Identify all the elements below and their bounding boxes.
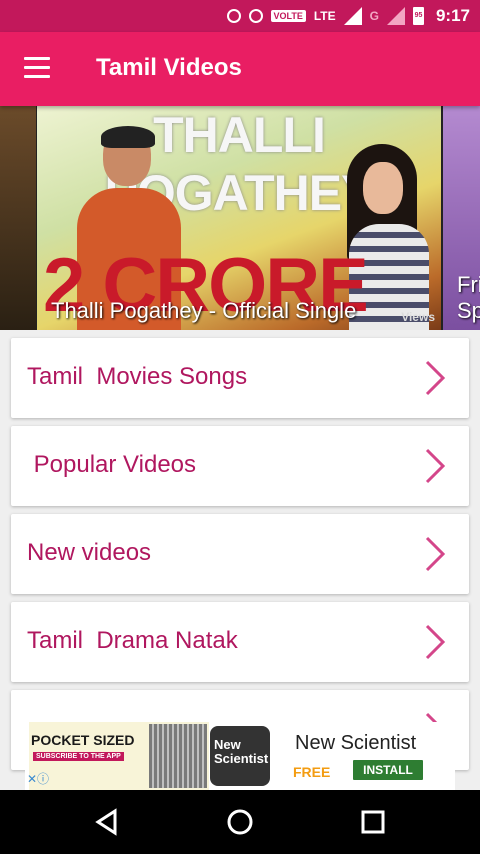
carousel-slide-next[interactable]: Fri Sp <box>443 106 480 330</box>
slide-caption: Thalli Pogathey - Official Single <box>51 298 357 323</box>
category-label: Popular Videos <box>27 451 197 478</box>
status-icons: VOLTE LTE G 95 9:17 <box>226 0 470 32</box>
ad-app-name: New Scientist <box>295 732 417 754</box>
volte-badge: VOLTE <box>270 10 306 22</box>
app-bar: Tamil Videos <box>0 32 480 106</box>
back-icon[interactable] <box>93 808 121 836</box>
category-item-tamil-drama-natak[interactable]: Tamil Drama Natak <box>11 602 469 682</box>
ad-banner[interactable]: POCKET SIZED SUBSCRIBE TO THE APP ✕ⓘ New… <box>25 722 455 790</box>
network-type-indicator: G <box>369 9 379 23</box>
video-carousel[interactable]: THALLI POGATHEY 2 CRORE Views Thalli Pog… <box>0 106 480 330</box>
ad-headline: POCKET SIZED <box>31 732 135 748</box>
status-time: 9:17 <box>435 6 470 25</box>
carousel-slide-previous[interactable] <box>0 106 36 330</box>
ad-price: FREE <box>293 764 331 780</box>
chevron-right-icon <box>425 536 446 572</box>
category-label: Tamil Movies Songs <box>27 363 248 390</box>
chevron-right-icon <box>425 448 446 484</box>
ad-install-button[interactable]: INSTALL <box>353 760 423 780</box>
battery-icon: 95 <box>412 7 424 25</box>
lte-indicator: LTE <box>313 9 336 23</box>
ad-image <box>149 724 207 788</box>
carousel-slide-current[interactable]: THALLI POGATHEY 2 CRORE Views Thalli Pog… <box>37 106 441 330</box>
category-item-new-videos[interactable]: New videos <box>11 514 469 594</box>
ad-creative: POCKET SIZED SUBSCRIBE TO THE APP <box>29 722 209 790</box>
hotspot-icon <box>226 9 241 23</box>
status-bar: VOLTE LTE G 95 9:17 <box>0 0 480 32</box>
slide-image-views-text: Views <box>401 310 435 324</box>
chevron-right-icon <box>425 624 446 660</box>
ad-app-logo: New Scientist <box>210 726 270 786</box>
slide-caption-next: Fri Sp <box>457 272 480 323</box>
recents-icon[interactable] <box>359 808 387 836</box>
category-item-tamil-movies-songs[interactable]: Tamil Movies Songs <box>11 338 469 418</box>
ad-info-icon[interactable]: ✕ⓘ <box>27 770 49 787</box>
hamburger-menu-icon[interactable] <box>24 57 50 79</box>
home-icon[interactable] <box>226 808 254 836</box>
signal-icon <box>343 7 362 25</box>
category-item-popular-videos[interactable]: Popular Videos <box>11 426 469 506</box>
navigation-bar <box>0 790 480 854</box>
ad-subline: SUBSCRIBE TO THE APP <box>33 752 124 761</box>
alarm-icon <box>248 9 263 23</box>
signal-icon-secondary <box>386 7 405 25</box>
chevron-right-icon <box>425 360 446 396</box>
category-label: Tamil Drama Natak <box>27 627 238 654</box>
category-label: New videos <box>27 539 152 566</box>
app-title: Tamil Videos <box>96 54 242 81</box>
